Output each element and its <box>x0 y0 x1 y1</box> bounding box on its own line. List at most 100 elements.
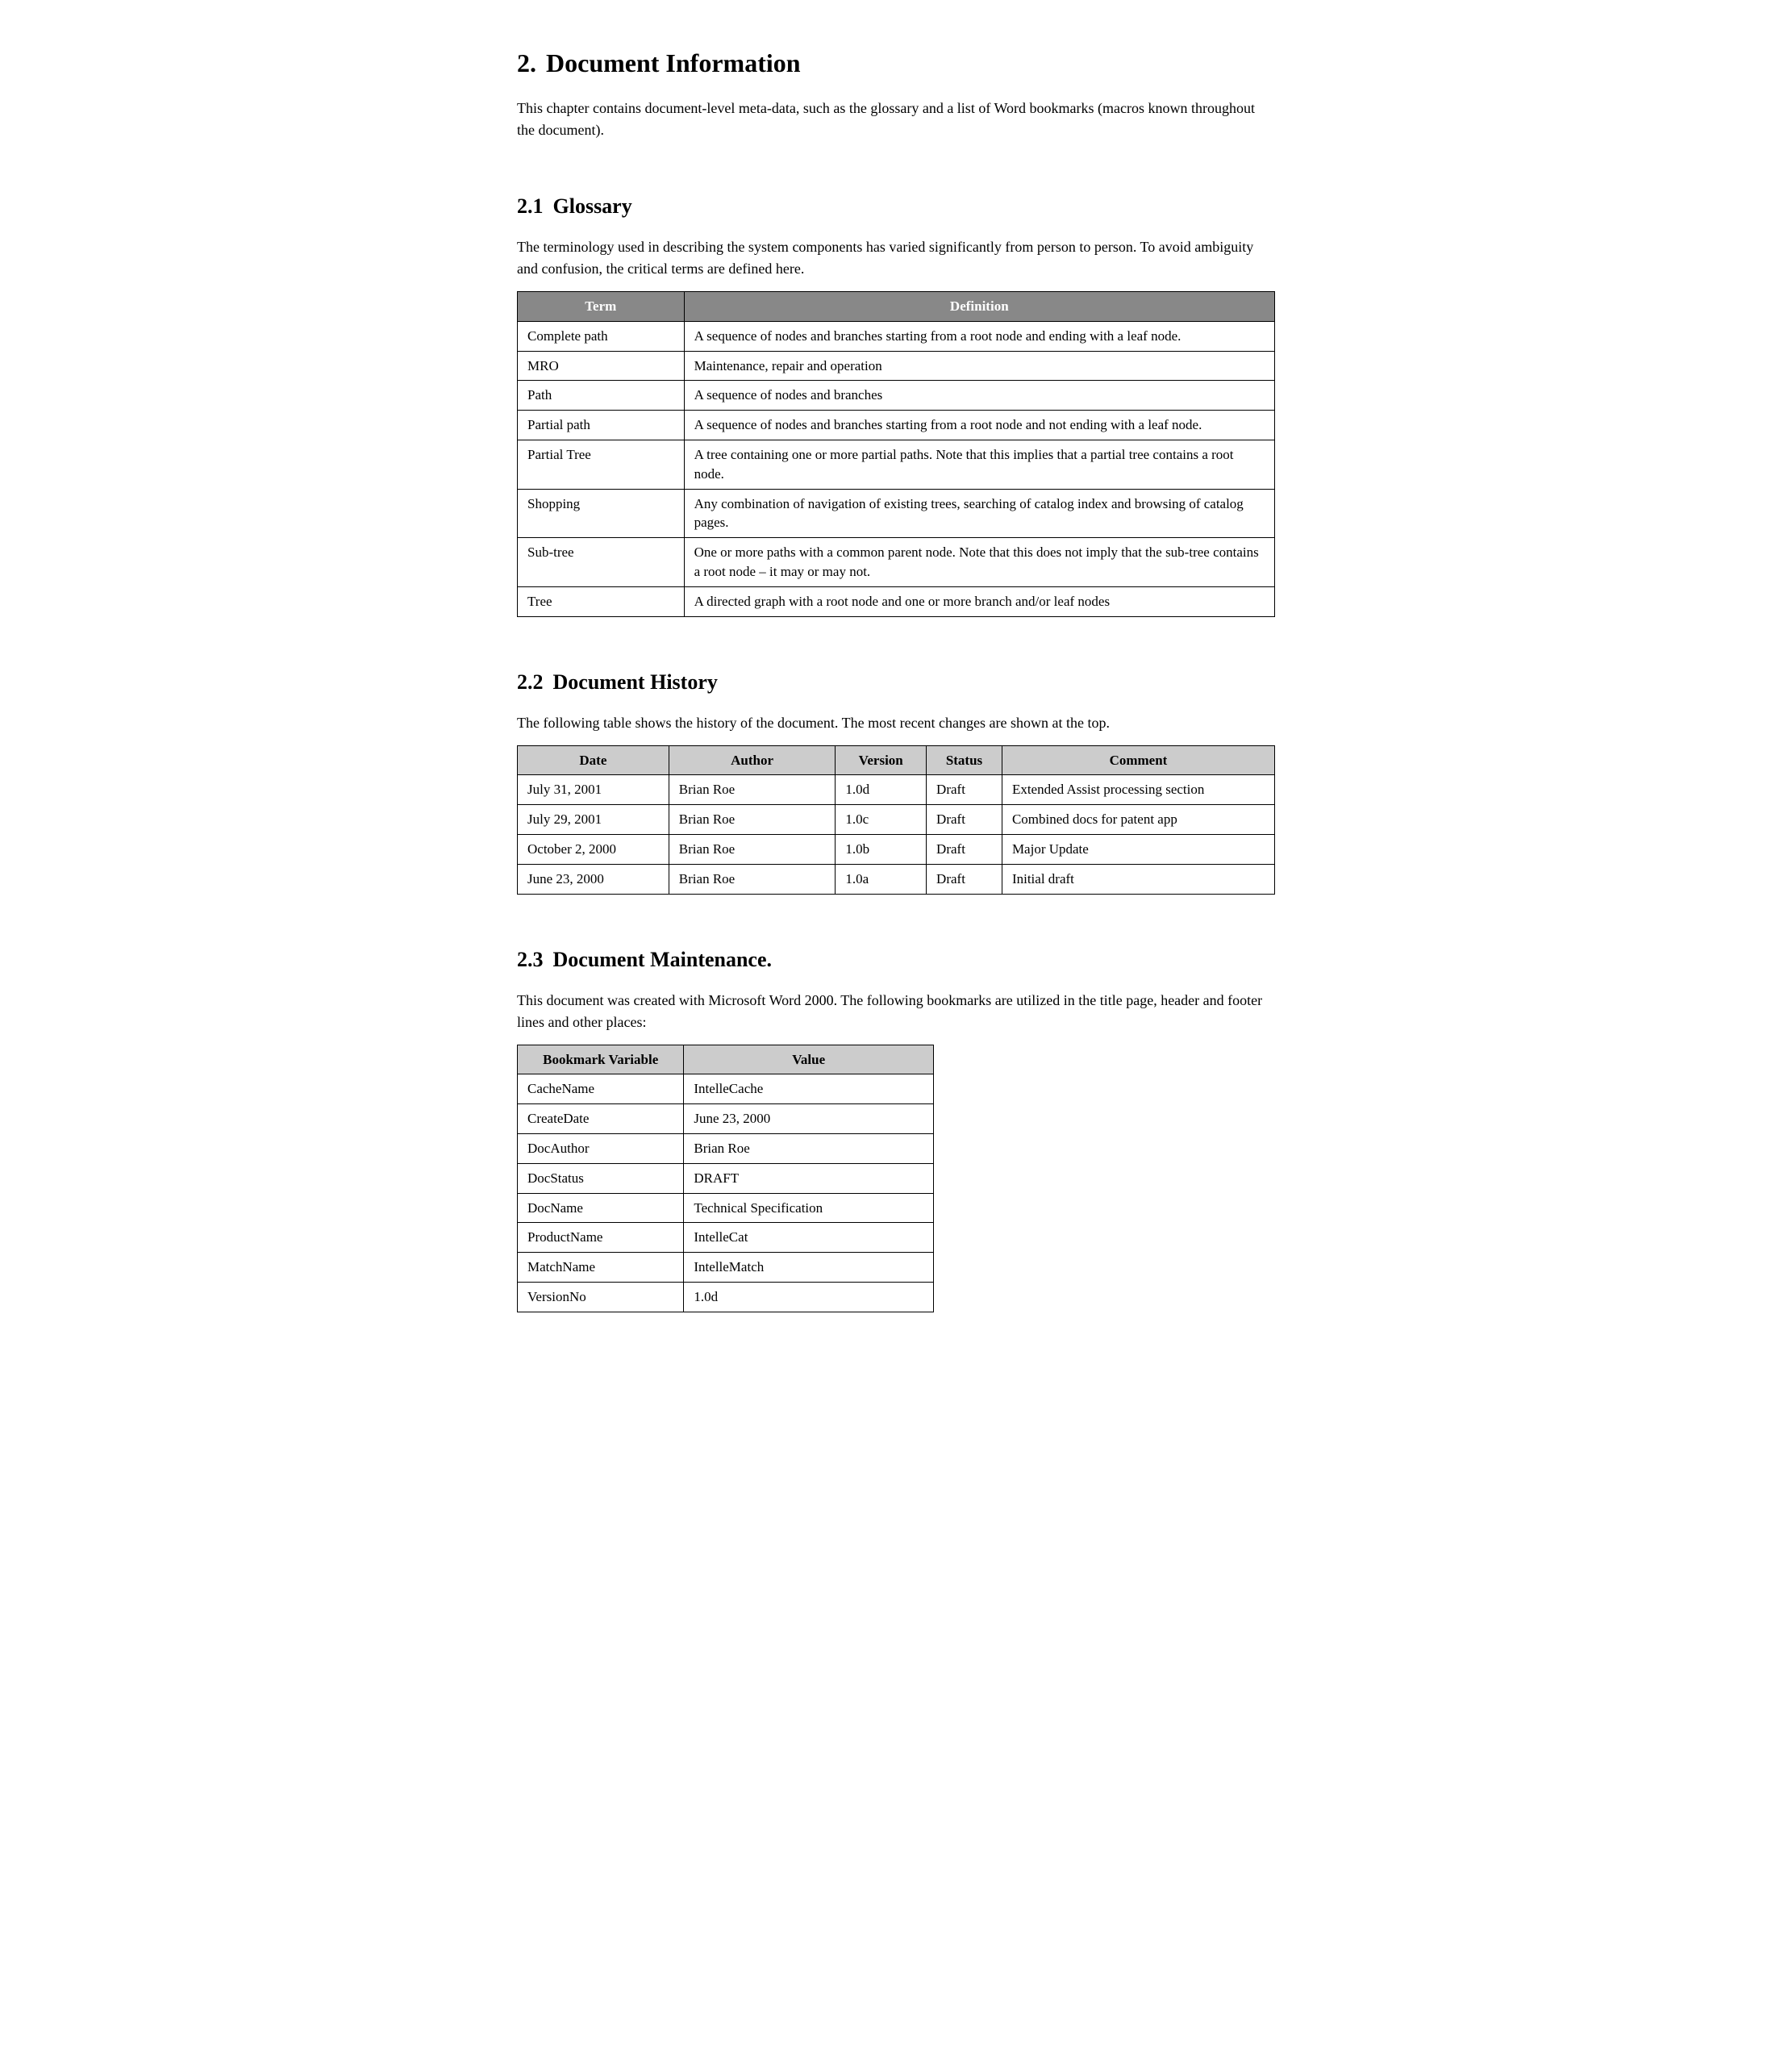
bookmark-row: DocStatusDRAFT <box>518 1163 934 1193</box>
glossary-row: Sub-treeOne or more paths with a common … <box>518 538 1275 587</box>
glossary-row: Partial pathA sequence of nodes and bran… <box>518 411 1275 440</box>
bookmark-value: 1.0d <box>684 1282 934 1312</box>
glossary-term: Tree <box>518 586 685 616</box>
history-cell-version: 1.0a <box>836 864 927 894</box>
section-2: 2. Document Information This chapter con… <box>517 48 1275 141</box>
glossary-term: Path <box>518 381 685 411</box>
bookmark-variable: MatchName <box>518 1253 684 1283</box>
glossary-col-term: Term <box>518 292 685 322</box>
glossary-term: Shopping <box>518 489 685 538</box>
glossary-row: MROMaintenance, repair and operation <box>518 351 1275 381</box>
bookmark-variable: CreateDate <box>518 1104 684 1134</box>
section-21-number: 2.1 <box>517 194 544 219</box>
history-cell-comment: Initial draft <box>1002 864 1274 894</box>
bookmark-value: Technical Specification <box>684 1193 934 1223</box>
bookmark-variable: DocAuthor <box>518 1133 684 1163</box>
bookmark-variable: ProductName <box>518 1223 684 1253</box>
glossary-definition: A directed graph with a root node and on… <box>684 586 1274 616</box>
bookmark-variable: DocName <box>518 1193 684 1223</box>
history-cell-date: October 2, 2000 <box>518 834 669 864</box>
glossary-definition: A sequence of nodes and branches startin… <box>684 411 1274 440</box>
glossary-row: TreeA directed graph with a root node an… <box>518 586 1275 616</box>
history-cell-author: Brian Roe <box>669 834 836 864</box>
history-col-comment: Comment <box>1002 745 1274 775</box>
glossary-definition: Maintenance, repair and operation <box>684 351 1274 381</box>
bookmark-row: ProductNameIntelleCat <box>518 1223 934 1253</box>
section-22-title: Document History <box>553 670 718 695</box>
history-col-version: Version <box>836 745 927 775</box>
section-22: 2.2 Document History The following table… <box>517 641 1275 895</box>
history-cell-comment: Combined docs for patent app <box>1002 805 1274 835</box>
section-22-intro: The following table shows the history of… <box>517 712 1275 734</box>
bookmark-value: DRAFT <box>684 1163 934 1193</box>
glossary-definition: A sequence of nodes and branches <box>684 381 1274 411</box>
section-23: 2.3 Document Maintenance. This document … <box>517 919 1275 1312</box>
bookmark-variable: DocStatus <box>518 1163 684 1193</box>
history-col-author: Author <box>669 745 836 775</box>
history-cell-date: July 29, 2001 <box>518 805 669 835</box>
history-row: July 31, 2001Brian Roe1.0dDraftExtended … <box>518 775 1275 805</box>
section-21-title: Glossary <box>553 194 632 219</box>
section-23-title: Document Maintenance. <box>553 948 773 972</box>
history-cell-version: 1.0c <box>836 805 927 835</box>
glossary-term: MRO <box>518 351 685 381</box>
glossary-definition: One or more paths with a common parent n… <box>684 538 1274 587</box>
bookmark-col-variable: Bookmark Variable <box>518 1045 684 1074</box>
glossary-col-definition: Definition <box>684 292 1274 322</box>
glossary-definition: A sequence of nodes and branches startin… <box>684 321 1274 351</box>
history-row: June 23, 2000Brian Roe1.0aDraftInitial d… <box>518 864 1275 894</box>
history-row: October 2, 2000Brian Roe1.0bDraftMajor U… <box>518 834 1275 864</box>
bookmark-table: Bookmark Variable Value CacheNameIntelle… <box>517 1045 934 1312</box>
bookmark-value: Brian Roe <box>684 1133 934 1163</box>
glossary-term: Complete path <box>518 321 685 351</box>
glossary-row: Partial TreeA tree containing one or mor… <box>518 440 1275 489</box>
bookmark-value: IntelleCat <box>684 1223 934 1253</box>
bookmark-row: MatchNameIntelleMatch <box>518 1253 934 1283</box>
section-21-header: 2.1 Glossary <box>517 165 1275 228</box>
history-header-row: Date Author Version Status Comment <box>518 745 1275 775</box>
glossary-row: Complete pathA sequence of nodes and bra… <box>518 321 1275 351</box>
glossary-definition: Any combination of navigation of existin… <box>684 489 1274 538</box>
history-col-status: Status <box>927 745 1002 775</box>
history-row: July 29, 2001Brian Roe1.0cDraftCombined … <box>518 805 1275 835</box>
bookmark-variable: CacheName <box>518 1074 684 1104</box>
history-cell-date: July 31, 2001 <box>518 775 669 805</box>
bookmark-row: DocAuthorBrian Roe <box>518 1133 934 1163</box>
history-cell-status: Draft <box>927 834 1002 864</box>
history-cell-status: Draft <box>927 864 1002 894</box>
history-cell-status: Draft <box>927 805 1002 835</box>
bookmark-value: June 23, 2000 <box>684 1104 934 1134</box>
section-2-header: 2. Document Information <box>517 48 1275 90</box>
history-cell-author: Brian Roe <box>669 805 836 835</box>
glossary-header-row: Term Definition <box>518 292 1275 322</box>
bookmark-row: CacheNameIntelleCache <box>518 1074 934 1104</box>
bookmark-row: DocNameTechnical Specification <box>518 1193 934 1223</box>
section-23-intro: This document was created with Microsoft… <box>517 990 1275 1033</box>
section-21-intro: The terminology used in describing the s… <box>517 236 1275 280</box>
glossary-term: Partial path <box>518 411 685 440</box>
section-23-header: 2.3 Document Maintenance. <box>517 919 1275 982</box>
section-21: 2.1 Glossary The terminology used in des… <box>517 165 1275 617</box>
section-2-number: 2. <box>517 48 536 78</box>
section-22-header: 2.2 Document History <box>517 641 1275 704</box>
history-cell-author: Brian Roe <box>669 864 836 894</box>
section-2-intro: This chapter contains document-level met… <box>517 98 1275 141</box>
history-cell-version: 1.0b <box>836 834 927 864</box>
history-cell-comment: Major Update <box>1002 834 1274 864</box>
bookmark-header-row: Bookmark Variable Value <box>518 1045 934 1074</box>
glossary-term: Sub-tree <box>518 538 685 587</box>
history-cell-comment: Extended Assist processing section <box>1002 775 1274 805</box>
bookmark-row: VersionNo1.0d <box>518 1282 934 1312</box>
section-22-number: 2.2 <box>517 670 544 695</box>
glossary-row: ShoppingAny combination of navigation of… <box>518 489 1275 538</box>
bookmark-variable: VersionNo <box>518 1282 684 1312</box>
bookmark-row: CreateDateJune 23, 2000 <box>518 1104 934 1134</box>
glossary-term: Partial Tree <box>518 440 685 489</box>
history-cell-author: Brian Roe <box>669 775 836 805</box>
bookmark-value: IntelleCache <box>684 1074 934 1104</box>
bookmark-col-value: Value <box>684 1045 934 1074</box>
history-table: Date Author Version Status Comment July … <box>517 745 1275 895</box>
section-23-number: 2.3 <box>517 948 544 972</box>
bookmark-value: IntelleMatch <box>684 1253 934 1283</box>
history-cell-date: June 23, 2000 <box>518 864 669 894</box>
